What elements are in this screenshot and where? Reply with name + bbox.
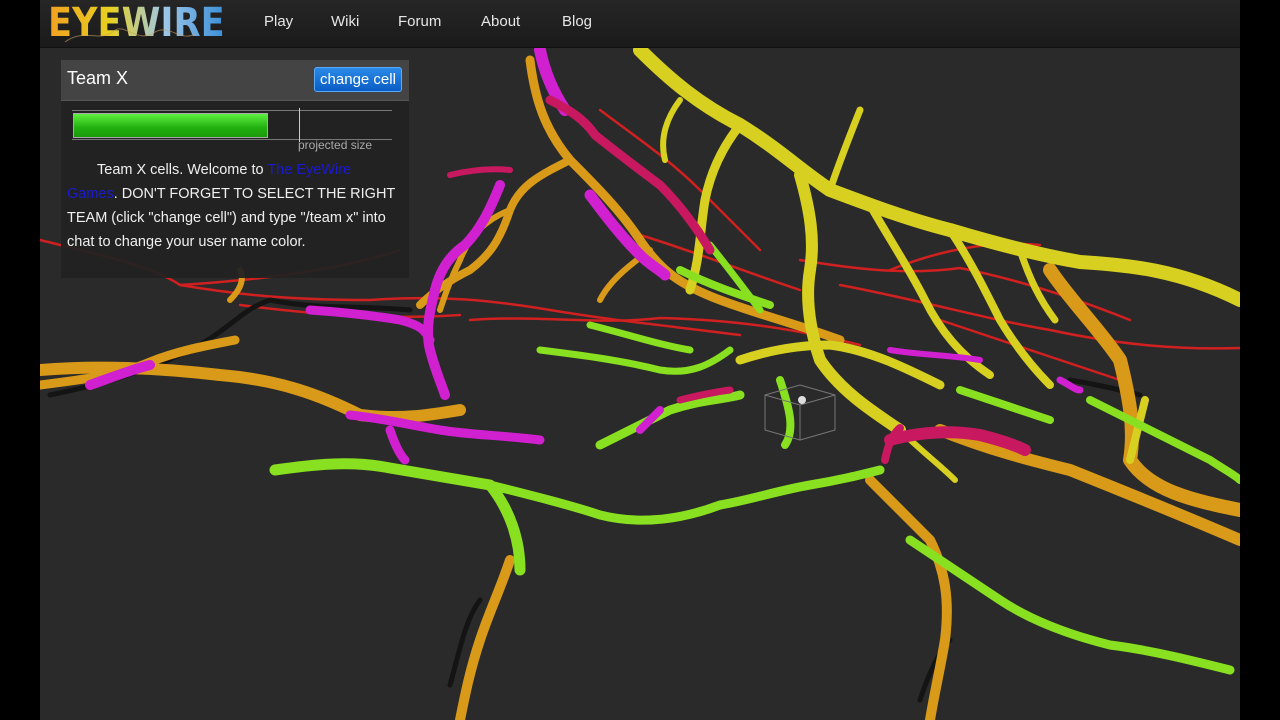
game-viewport[interactable]: EYEWIRE Play Wiki Forum About Blog Team … — [40, 0, 1240, 720]
nav-about-link[interactable]: About — [481, 13, 520, 30]
selection-cube[interactable] — [764, 384, 836, 441]
change-cell-button[interactable]: change cell — [314, 67, 402, 92]
nav-play-link[interactable]: Play — [264, 13, 293, 30]
projected-size-label: projected size — [298, 138, 373, 152]
top-navigation-bar: EYEWIRE Play Wiki Forum About Blog — [40, 0, 1240, 48]
logo-scribble-decoration — [64, 28, 196, 43]
cell-progress-fill — [73, 113, 268, 138]
nav-forum-link[interactable]: Forum — [398, 13, 441, 30]
panel-header: Team X change cell — [61, 60, 409, 101]
cell-description: Team X cells. Welcome to The EyeWire Gam… — [67, 158, 401, 254]
nav-wiki-link[interactable]: Wiki — [331, 13, 359, 30]
nav-blog-link[interactable]: Blog — [562, 13, 592, 30]
cell-info-panel: Team X change cell projected size Team X… — [61, 60, 409, 278]
description-part2: . DON'T FORGET TO SELECT THE RIGHT TEAM … — [67, 186, 396, 250]
description-part1: Team X cells. Welcome to — [97, 162, 268, 178]
cell-name: Team X — [67, 68, 129, 88]
cell-progress-bar — [72, 108, 392, 142]
projected-size-marker — [299, 108, 300, 142]
